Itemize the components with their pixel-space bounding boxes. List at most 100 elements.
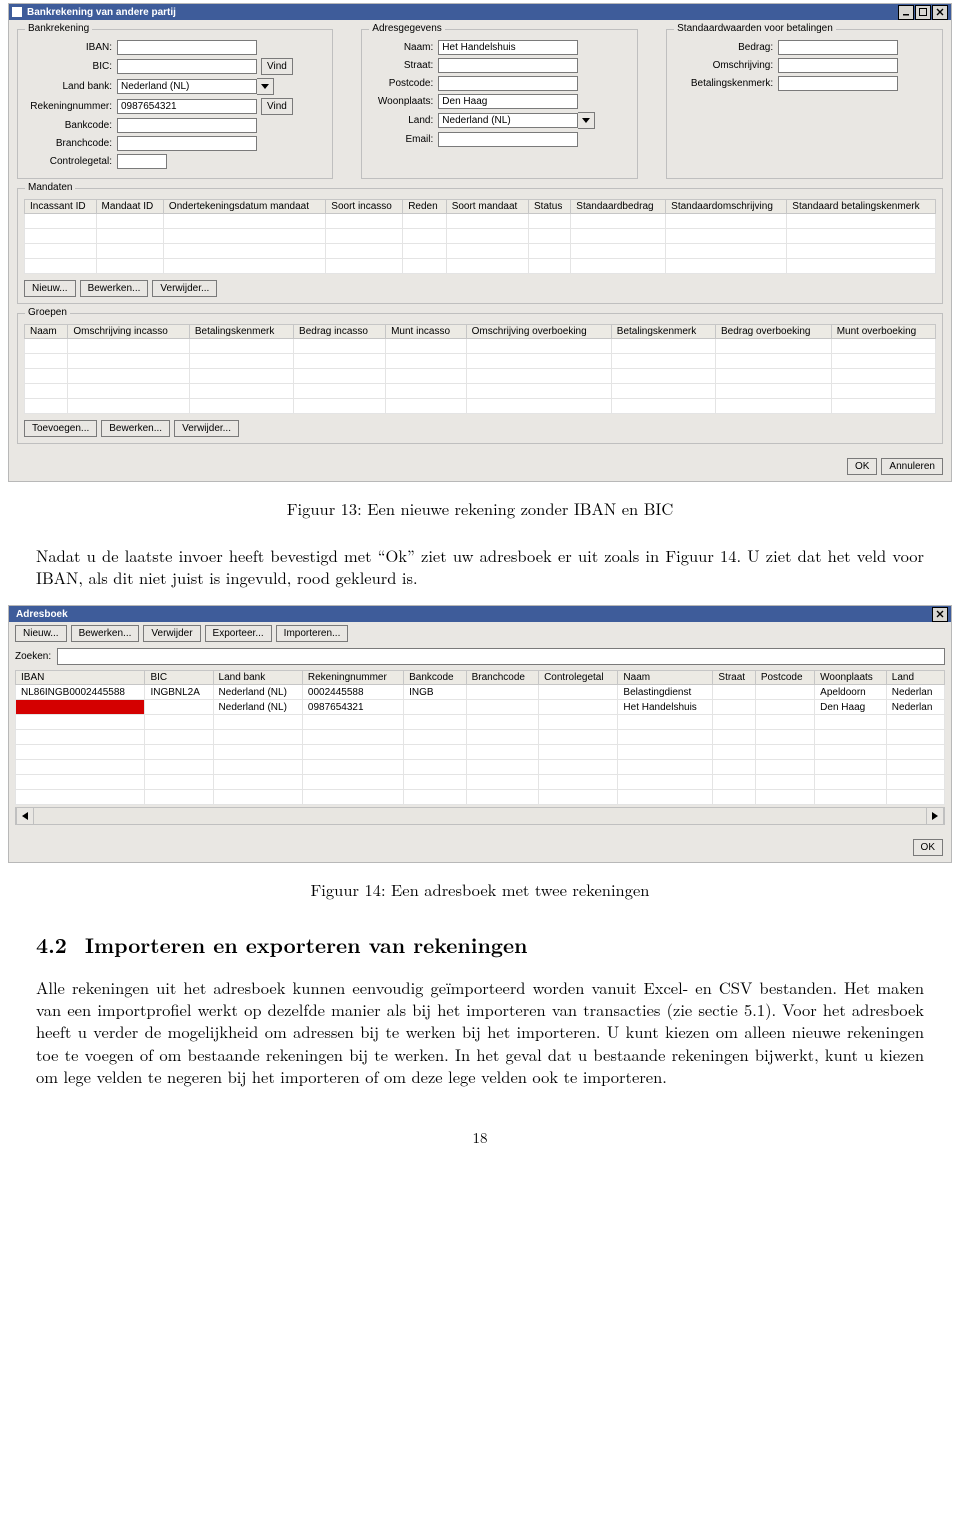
select-land[interactable]: [438, 113, 578, 128]
input-naam[interactable]: [438, 40, 578, 55]
scroll-right-icon[interactable]: [926, 808, 944, 824]
input-bedrag[interactable]: [778, 40, 898, 55]
column-header[interactable]: Naam: [25, 325, 68, 339]
table-adresboek[interactable]: IBANBICLand bankRekeningnummerBankcodeBr…: [15, 670, 945, 805]
group-groepen: Groepen NaamOmschrijving incassoBetaling…: [17, 313, 943, 444]
input-branchcode[interactable]: [117, 136, 257, 151]
column-header[interactable]: Reden: [403, 200, 446, 214]
column-header[interactable]: Status: [529, 200, 571, 214]
column-header[interactable]: Soort mandaat: [446, 200, 528, 214]
column-header[interactable]: Betalingskenmerk: [189, 325, 293, 339]
label-bic: BIC:: [24, 61, 117, 72]
table-row: [16, 760, 945, 775]
column-header[interactable]: Rekeningnummer: [302, 671, 403, 685]
column-header[interactable]: Incassant ID: [25, 200, 97, 214]
importeren-button[interactable]: Importeren...: [276, 625, 349, 642]
column-header[interactable]: IBAN: [16, 671, 145, 685]
column-header[interactable]: Munt overboeking: [831, 325, 935, 339]
label-branchcode: Branchcode:: [24, 138, 117, 149]
scroll-left-icon[interactable]: [16, 808, 34, 824]
exporteer-button[interactable]: Exporteer...: [205, 625, 272, 642]
table-row[interactable]: Nederland (NL)0987654321Het HandelshuisD…: [16, 700, 945, 715]
ok-button[interactable]: OK: [847, 458, 877, 475]
label-reknr: Rekeningnummer:: [24, 101, 117, 112]
table-row: [25, 244, 936, 259]
select-land-bank[interactable]: [117, 79, 257, 94]
chevron-down-icon[interactable]: [578, 112, 595, 129]
column-header[interactable]: Standaardbedrag: [571, 200, 666, 214]
ok-button[interactable]: OK: [913, 839, 943, 856]
verwijder-button[interactable]: Verwijder...: [152, 280, 217, 297]
column-header[interactable]: Land bank: [213, 671, 302, 685]
column-header[interactable]: Munt incasso: [386, 325, 467, 339]
column-header[interactable]: Ondertekeningsdatum mandaat: [163, 200, 325, 214]
column-header[interactable]: Land: [886, 671, 944, 685]
column-header[interactable]: Soort incasso: [326, 200, 403, 214]
table-row: [25, 384, 936, 399]
input-woonplaats[interactable]: [438, 94, 578, 109]
window-title: Adresboek: [12, 609, 931, 620]
bewerken-button[interactable]: Bewerken...: [101, 420, 170, 437]
horizontal-scrollbar[interactable]: [15, 807, 945, 825]
input-reknr[interactable]: [117, 99, 257, 114]
table-row[interactable]: NL86INGB0002445588INGBNL2ANederland (NL)…: [16, 685, 945, 700]
verwijder-button[interactable]: Verwijder: [143, 625, 200, 642]
search-input[interactable]: [57, 648, 945, 665]
titlebar: Bankrekening van andere partij: [9, 4, 951, 20]
column-header[interactable]: Straat: [713, 671, 755, 685]
column-header[interactable]: Omschrijving overboeking: [466, 325, 611, 339]
bewerken-button[interactable]: Bewerken...: [71, 625, 140, 642]
column-header[interactable]: Omschrijving incasso: [68, 325, 189, 339]
input-bic[interactable]: [117, 59, 257, 74]
annuleren-button[interactable]: Annuleren: [881, 458, 943, 475]
input-iban[interactable]: [117, 40, 257, 55]
nieuw-button[interactable]: Nieuw...: [24, 280, 76, 297]
close-icon[interactable]: [932, 607, 948, 622]
verwijder-button[interactable]: Verwijder...: [174, 420, 239, 437]
column-header[interactable]: Postcode: [755, 671, 814, 685]
label-bedrag: Bedrag:: [673, 42, 778, 53]
input-postcode[interactable]: [438, 76, 578, 91]
group-legend: Standaardwaarden voor betalingen: [674, 23, 836, 34]
vind-reknr-button[interactable]: Vind: [261, 98, 293, 115]
column-header[interactable]: Controlegetal: [539, 671, 618, 685]
minimize-icon[interactable]: [898, 5, 914, 20]
table-row: [25, 399, 936, 414]
label-iban: IBAN:: [24, 42, 117, 53]
column-header[interactable]: Bedrag incasso: [294, 325, 386, 339]
input-kenmerk[interactable]: [778, 76, 898, 91]
vind-bic-button[interactable]: Vind: [261, 58, 293, 75]
input-controlegetal[interactable]: [117, 154, 167, 169]
column-header[interactable]: Bankcode: [404, 671, 466, 685]
input-bankcode[interactable]: [117, 118, 257, 133]
body-paragraph: Alle rekeningen uit het adresboek kunnen…: [36, 976, 924, 1087]
input-omschrijving[interactable]: [778, 58, 898, 73]
nieuw-button[interactable]: Nieuw...: [15, 625, 67, 642]
column-header[interactable]: Standaard betalingskenmerk: [787, 200, 936, 214]
column-header[interactable]: Naam: [618, 671, 713, 685]
table-row: [25, 259, 936, 274]
column-header[interactable]: Standaardomschrijving: [666, 200, 787, 214]
group-legend: Mandaten: [25, 182, 75, 193]
label-woonplaats: Woonplaats:: [368, 96, 438, 107]
table-row: [25, 214, 936, 229]
column-header[interactable]: Betalingskenmerk: [611, 325, 715, 339]
label-controlegetal: Controlegetal:: [24, 156, 117, 167]
input-straat[interactable]: [438, 58, 578, 73]
label-email: Email:: [368, 134, 438, 145]
column-header[interactable]: Mandaat ID: [96, 200, 163, 214]
chevron-down-icon[interactable]: [257, 78, 274, 95]
bewerken-button[interactable]: Bewerken...: [80, 280, 149, 297]
close-icon[interactable]: [932, 5, 948, 20]
maximize-icon[interactable]: [915, 5, 931, 20]
column-header[interactable]: Bedrag overboeking: [715, 325, 831, 339]
label-bankcode: Bankcode:: [24, 120, 117, 131]
column-header[interactable]: BIC: [145, 671, 213, 685]
column-header[interactable]: Branchcode: [466, 671, 538, 685]
group-legend: Groepen: [25, 307, 70, 318]
toevoegen-button[interactable]: Toevoegen...: [24, 420, 97, 437]
body-paragraph: Nadat u de laatste invoer heeft bevestig…: [36, 544, 924, 589]
column-header[interactable]: Woonplaats: [815, 671, 887, 685]
input-email[interactable]: [438, 132, 578, 147]
table-row: [16, 715, 945, 730]
